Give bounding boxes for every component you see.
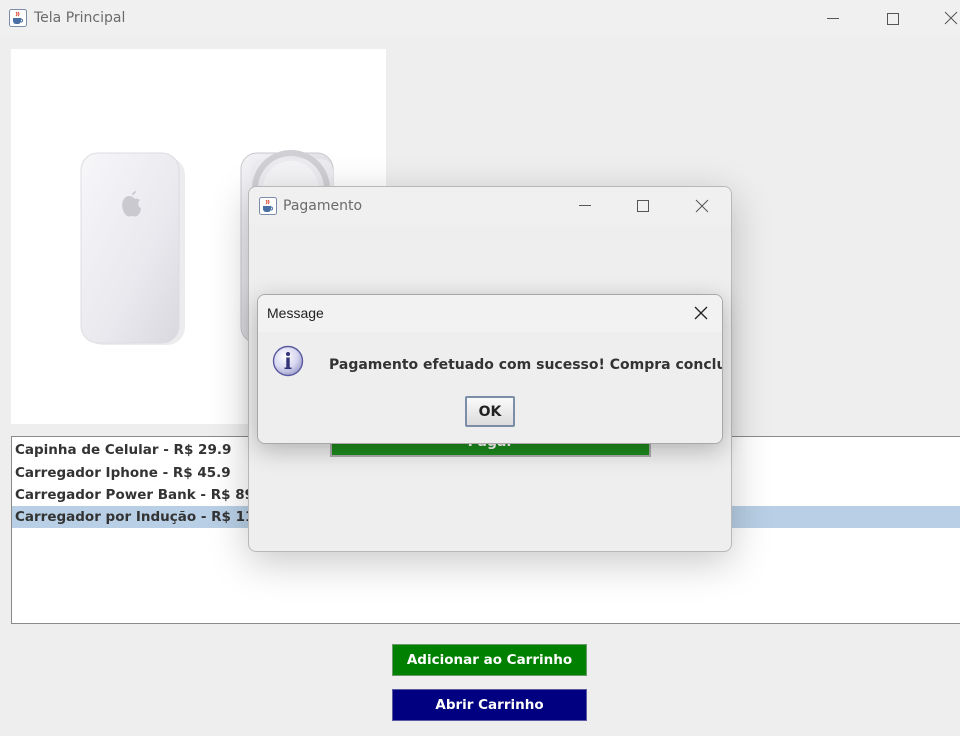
close-icon[interactable] — [694, 306, 708, 320]
window-title: Tela Principal — [34, 10, 126, 26]
java-cup-icon — [9, 9, 27, 27]
message-title: Message — [267, 305, 324, 321]
info-icon — [272, 345, 304, 377]
ok-button[interactable]: OK — [465, 396, 515, 427]
minimize-icon[interactable] — [578, 199, 592, 213]
minimize-icon[interactable] — [826, 12, 840, 26]
close-icon[interactable] — [944, 11, 958, 25]
maximize-icon[interactable] — [886, 12, 900, 26]
main-window-titlebar: Tela Principal — [0, 0, 960, 37]
open-cart-button[interactable]: Abrir Carrinho — [392, 689, 587, 721]
message-text: Pagamento efetuado com sucesso! Compra c… — [329, 357, 723, 373]
add-to-cart-button[interactable]: Adicionar ao Carrinho — [392, 644, 587, 676]
maximize-icon[interactable] — [636, 199, 650, 213]
message-dialog: Message Pagamento efetuado com sucesso! … — [257, 294, 723, 444]
payment-title: Pagamento — [283, 198, 363, 214]
close-icon[interactable] — [695, 199, 709, 213]
payment-titlebar: Pagamento — [249, 187, 731, 225]
java-cup-icon — [259, 197, 277, 215]
message-titlebar: Message — [258, 295, 722, 332]
